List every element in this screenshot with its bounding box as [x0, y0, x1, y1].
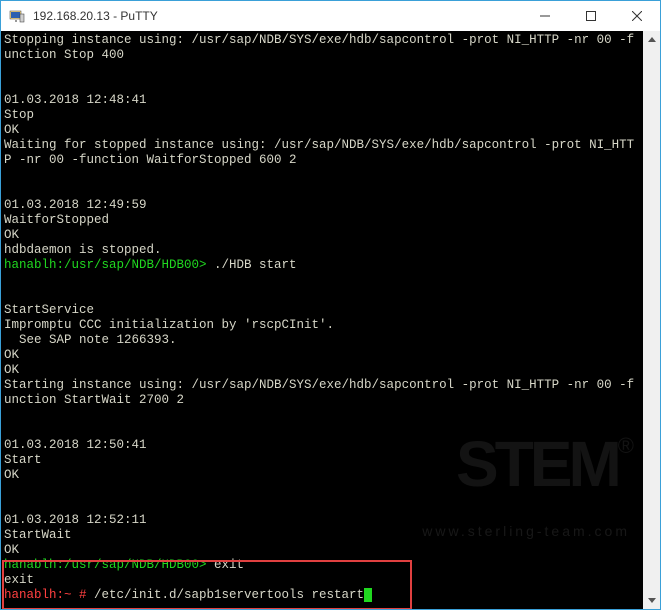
terminal-line: 01.03.2018 12:52:11 — [4, 513, 640, 528]
terminal-line — [4, 78, 640, 93]
window-title: 192.168.20.13 - PuTTY — [33, 9, 522, 23]
terminal-line: hdbdaemon is stopped. — [4, 243, 640, 258]
terminal-line: OK — [4, 543, 640, 558]
terminal-line: hanablh:~ # /etc/init.d/sapb1servertools… — [4, 588, 640, 603]
shell-command: exit — [214, 558, 244, 572]
terminal-line: OK — [4, 228, 640, 243]
terminal-line — [4, 498, 640, 513]
terminal-line: 01.03.2018 12:49:59 — [4, 198, 640, 213]
terminal-line: Stop — [4, 108, 640, 123]
terminal-line: hanablh:/usr/sap/NDB/HDB00> ./HDB start — [4, 258, 640, 273]
terminal-line — [4, 168, 640, 183]
terminal-line: StartService — [4, 303, 640, 318]
terminal-line: Starting instance using: /usr/sap/NDB/SY… — [4, 378, 640, 408]
terminal-line: OK — [4, 363, 640, 378]
minimize-button[interactable] — [522, 1, 568, 31]
shell-prompt: hanablh:/usr/sap/NDB/HDB00> — [4, 258, 214, 272]
scroll-down-arrow[interactable] — [643, 592, 660, 609]
terminal-line: Stopping instance using: /usr/sap/NDB/SY… — [4, 33, 640, 63]
terminal-cursor — [364, 588, 372, 602]
scroll-up-arrow[interactable] — [643, 31, 660, 48]
terminal-content: Stopping instance using: /usr/sap/NDB/SY… — [4, 33, 640, 603]
terminal-line: OK — [4, 348, 640, 363]
terminal-line: exit — [4, 573, 640, 588]
terminal-line: 01.03.2018 12:50:41 — [4, 438, 640, 453]
shell-prompt: hanablh:/usr/sap/NDB/HDB00> — [4, 558, 214, 572]
close-button[interactable] — [614, 1, 660, 31]
putty-icon — [9, 8, 25, 24]
window-controls — [522, 1, 660, 31]
shell-command: /etc/init.d/sapb1servertools restart — [94, 588, 364, 602]
terminal-line: See SAP note 1266393. — [4, 333, 640, 348]
shell-command: ./HDB start — [214, 258, 297, 272]
terminal-line — [4, 183, 640, 198]
terminal-line — [4, 423, 640, 438]
scroll-track[interactable] — [643, 48, 660, 592]
shell-prompt: hanablh:~ # — [4, 588, 94, 602]
terminal-area[interactable]: Stopping instance using: /usr/sap/NDB/SY… — [1, 31, 660, 609]
terminal-line: Waiting for stopped instance using: /usr… — [4, 138, 640, 168]
terminal-line — [4, 483, 640, 498]
terminal-line: Impromptu CCC initialization by 'rscpCIn… — [4, 318, 640, 333]
scrollbar[interactable] — [643, 31, 660, 609]
putty-window: 192.168.20.13 - PuTTY Stopping instance … — [0, 0, 661, 610]
terminal-line: hanablh:/usr/sap/NDB/HDB00> exit — [4, 558, 640, 573]
terminal-line: 01.03.2018 12:48:41 — [4, 93, 640, 108]
terminal-line — [4, 63, 640, 78]
terminal-line — [4, 408, 640, 423]
terminal-line: OK — [4, 468, 640, 483]
maximize-button[interactable] — [568, 1, 614, 31]
terminal-line: Start — [4, 453, 640, 468]
terminal-line: OK — [4, 123, 640, 138]
terminal-line: WaitforStopped — [4, 213, 640, 228]
terminal-line — [4, 288, 640, 303]
titlebar[interactable]: 192.168.20.13 - PuTTY — [1, 1, 660, 31]
terminal-line: StartWait — [4, 528, 640, 543]
terminal-line — [4, 273, 640, 288]
